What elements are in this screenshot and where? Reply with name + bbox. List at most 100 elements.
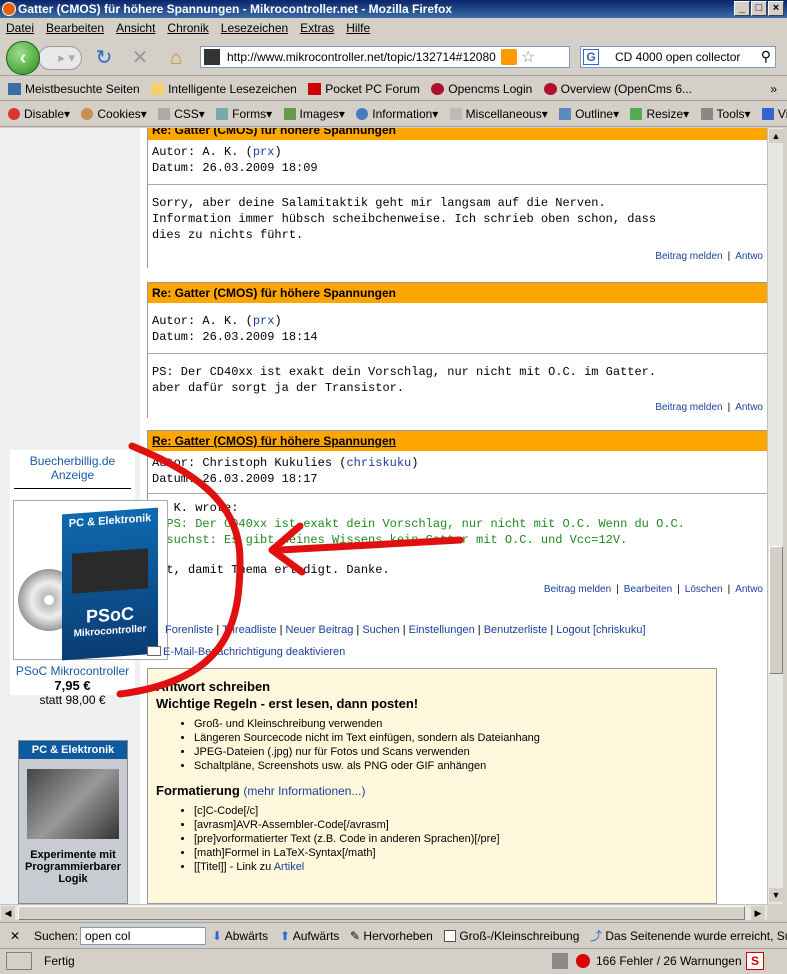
book-image-psoc[interactable]: PC & Elektronik PSoC Mikrocontroller [13,500,168,661]
search-icon[interactable]: ⚲ [761,48,771,65]
menu-extras[interactable]: Extras [294,18,340,38]
link-suchen[interactable]: Suchen [362,624,399,636]
bookmark-opencms-overview[interactable]: Overview (OpenCms 6... [543,77,692,100]
scroll-left-icon[interactable]: ◀ [1,906,15,920]
report-link[interactable]: Beitrag melden [544,584,611,595]
scrollbar-thumb[interactable] [18,906,745,920]
checkbox-icon [444,930,456,942]
list-item: [math]Formel in LaTeX-Syntax[/math] [194,846,716,860]
url-bar[interactable]: ☆ [200,46,570,68]
dev-resize[interactable]: Resize▾ [630,102,689,126]
post-header[interactable]: Re: Gatter (CMOS) für höhere Spannungen [148,431,767,451]
dev-outline[interactable]: Outline▾ [559,102,619,126]
author-nick-link[interactable]: chriskuku [346,456,411,470]
post-header[interactable]: Re: Gatter (CMOS) für höhere Spannungen [148,128,767,140]
home-icon[interactable]: ⌂ [164,46,188,70]
reply-link[interactable]: Antwo [735,251,763,262]
menu-bearbeiten[interactable]: Bearbeiten [40,18,110,38]
dev-view-source[interactable]: View Sou [761,102,787,126]
search-bar[interactable]: G ⚲ [580,46,776,68]
dev-miscellaneous[interactable]: Miscellaneous▾ [449,102,548,126]
report-link[interactable]: Beitrag melden [655,402,722,413]
find-previous-button[interactable]: ⬆ Aufwärts [280,923,339,949]
vertical-scrollbar[interactable]: ▲ ▼ [767,128,783,904]
site-identity-icon[interactable] [204,49,220,65]
minimize-button[interactable]: _ [734,1,750,16]
answer-box: Antwort schreiben Wichtige Regeln - erst… [147,668,717,904]
edit-link[interactable]: Bearbeiten [624,584,672,595]
mail-link[interactable]: E-Mail-Benachrichtigung deaktivieren [163,646,345,658]
ad-label: Anzeige [50,468,95,482]
close-find-icon[interactable]: ✕ [10,923,20,949]
dev-tools[interactable]: Tools▾ [700,102,751,126]
chip-graphic [72,548,148,594]
dev-cookies[interactable]: Cookies▾ [81,102,147,126]
link-benutzerliste[interactable]: Benutzerliste [484,624,548,636]
site-icon [308,83,322,95]
book-title-link[interactable]: PSoC Mikrocontroller [10,664,135,678]
book-image-programmierbare-logik[interactable]: PC & Elektronik Experimente mit Programm… [18,740,128,904]
scroll-up-icon[interactable]: ▲ [769,129,783,143]
error-count[interactable]: 166 Fehler / 26 Warnungen [596,949,742,973]
dev-images[interactable]: Images▾ [283,102,345,126]
bookmark-star-icon[interactable]: ☆ [521,47,535,67]
find-next-button[interactable]: ⬇ Abwärts [212,923,268,949]
rules-list: Groß- und Kleinschreibung verwenden Läng… [194,717,716,773]
reply-link[interactable]: Antwo [735,402,763,413]
search-input[interactable] [615,49,755,65]
arrow-up-icon: ⬆ [280,929,291,943]
author-nick-link[interactable]: prx [253,314,275,328]
maximize-button[interactable]: □ [751,1,767,16]
horizontal-scrollbar[interactable]: ◀ ▶ [0,904,767,920]
link-neuer-beitrag[interactable]: Neuer Beitrag [285,624,353,636]
forum-post: Re: Gatter (CMOS) für höhere Spannungen … [147,282,767,418]
rss-feed-icon[interactable] [501,49,517,65]
s-extension-icon[interactable]: S [746,952,764,970]
bookmark-pocketpc[interactable]: Pocket PC Forum [308,77,420,100]
scroll-down-icon[interactable]: ▼ [769,888,783,902]
bookmarks-overflow-button[interactable]: » [770,77,777,100]
link-threadliste[interactable]: Threadliste [222,624,276,636]
artikel-link[interactable]: Artikel [274,861,305,873]
search-engine-icon[interactable]: G [583,49,599,65]
link-einstellungen[interactable]: Einstellungen [409,624,475,636]
answer-title: Antwort schreiben [156,679,271,694]
find-input[interactable] [80,927,206,945]
book-cover: PC & Elektronik PSoC Mikrocontroller [62,507,158,661]
close-window-button[interactable]: × [768,1,784,16]
ad-title-link[interactable]: Buecherbillig.de [10,454,135,468]
report-link[interactable]: Beitrag melden [655,251,722,262]
menu-lesezeichen[interactable]: Lesezeichen [215,18,294,38]
highlight-button[interactable]: ✎ Hervorheben [350,923,433,949]
dev-css[interactable]: CSS▾ [158,102,205,126]
menu-hilfe[interactable]: Hilfe [340,18,376,38]
delete-link[interactable]: Löschen [685,584,723,595]
post-header[interactable]: Re: Gatter (CMOS) für höhere Spannungen [148,283,767,303]
back-button[interactable]: ‹ [6,41,40,75]
dev-forms[interactable]: Forms▾ [216,102,272,126]
menu-datei[interactable]: Datei [0,18,40,38]
bookmark-opencms-login[interactable]: Opencms Login [431,77,532,100]
link-forenliste[interactable]: Forenliste [165,624,213,636]
bookmark-most-visited[interactable]: Meistbesuchte Seiten [8,77,140,100]
reply-link[interactable]: Antwo [735,584,763,595]
addon-icon[interactable] [552,953,568,969]
author-nick-link[interactable]: prx [253,145,275,159]
reload-icon[interactable]: ↻ [92,46,116,70]
dev-disable[interactable]: Disable▾ [8,102,70,126]
dev-information[interactable]: Information▾ [356,102,438,126]
forward-button[interactable]: ▸ ▾ [38,46,82,70]
scrollbar-thumb[interactable] [769,546,783,674]
match-case-checkbox[interactable]: Groß-/Kleinschreibung [444,923,579,949]
book-price: 7,95 € [54,678,91,693]
link-logout[interactable]: Logout [chriskuku] [556,624,645,636]
more-info-link[interactable]: (mehr Informationen...) [243,784,365,798]
status-panel-icon[interactable] [6,952,32,970]
outline-icon [559,108,572,120]
stop-icon[interactable]: ✕ [128,46,152,70]
bookmark-smart[interactable]: Intelligente Lesezeichen [151,77,297,100]
url-input[interactable] [227,49,497,65]
menu-ansicht[interactable]: Ansicht [110,18,161,38]
scroll-right-icon[interactable]: ▶ [751,906,765,920]
menu-chronik[interactable]: Chronik [161,18,214,38]
